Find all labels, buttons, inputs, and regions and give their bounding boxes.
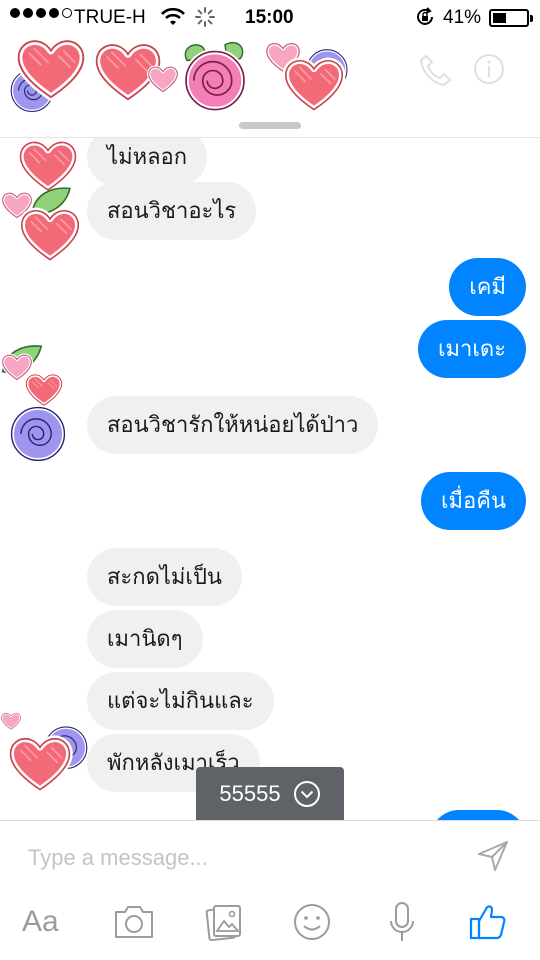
message-list[interactable]: ไม่หลอก สอนวิชาอะไร เคมี เมาเดะ สอนวิชาร… [0,138,540,820]
composer-toolbar: Aa [0,899,540,949]
incoming-message-bubble[interactable]: สะกดไม่เป็น [87,548,242,606]
phone-icon[interactable] [418,52,452,86]
heart-sticker [18,206,82,264]
outgoing-message-bubble[interactable]: เมื่อคืน [421,472,526,530]
battery-percentage: 41% [443,7,482,28]
send-arrow-icon[interactable] [476,839,510,873]
activity-spinner-icon [195,7,215,27]
toast-text: 55555 [219,781,281,806]
incoming-message-bubble[interactable]: แต่จะไม่กินและ [87,672,274,730]
header-actions [418,52,506,86]
signal-strength-icon [10,8,72,18]
chat-header [0,36,540,138]
outgoing-message-bubble[interactable]: เมาเดะ [418,320,526,378]
clock: 15:00 [245,7,294,28]
carrier-name: TRUE-H [74,7,146,28]
heart-sticker [282,56,346,114]
battery-level-fill [493,13,506,23]
rotation-lock-icon [417,7,433,25]
incoming-message-bubble[interactable]: สอนวิชารักให้หน่อยได้ป่าว [87,396,379,454]
purple-rose-sticker [2,400,74,466]
microphone-icon[interactable] [389,899,415,945]
info-icon[interactable] [472,52,506,86]
outgoing-message-bubble[interactable]: เคมี [449,258,526,316]
like-thumb-icon[interactable] [468,899,506,945]
incoming-message-bubble[interactable]: เมานิดๆ [87,610,203,668]
incoming-message-bubble[interactable]: ไม่หลอก [87,138,208,186]
heart-sticker [6,734,74,794]
chevron-down-circle-icon [293,781,320,807]
heart-sticker [14,36,88,102]
wifi-icon [161,7,185,25]
battery-icon [489,9,533,27]
gallery-icon[interactable] [205,899,243,945]
message-input[interactable]: Type a message... [28,845,208,871]
text-format-button[interactable]: Aa [22,899,59,945]
outgoing-message-bubble[interactable] [430,810,526,820]
message-composer: Type a message... Aa [0,820,540,960]
drag-handle[interactable] [239,122,301,129]
status-bar: TRUE-H 15:00 41% [0,0,540,36]
pink-heart-sticker [0,706,22,736]
camera-icon[interactable] [113,899,155,945]
pink-rose-sticker [176,36,254,114]
emoji-icon[interactable] [292,899,332,945]
pink-heart-sticker [146,64,180,94]
incoming-message-bubble[interactable]: สอนวิชาอะไร [87,182,257,240]
new-message-toast[interactable]: 55555 [196,767,344,821]
